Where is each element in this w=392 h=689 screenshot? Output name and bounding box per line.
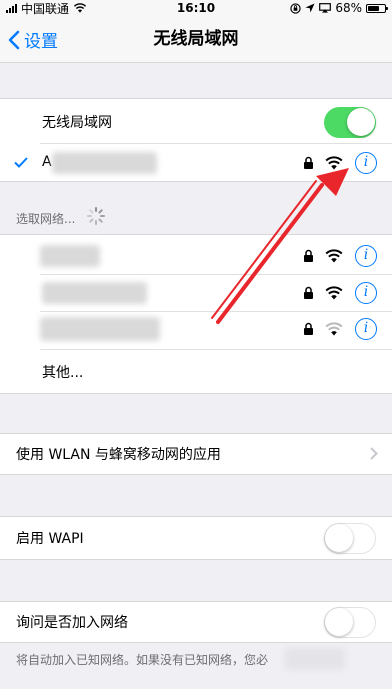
connected-network-row[interactable]: A i <box>0 143 392 183</box>
wlan-group: 无线局域网 A i <box>0 98 392 182</box>
wlan-toggle[interactable] <box>324 107 376 138</box>
wlan-apps-row[interactable]: 使用 WLAN 与蜂窝移动网的应用 <box>0 434 392 474</box>
ask-join-label: 询问是否加入网络 <box>16 615 128 631</box>
other-network-row[interactable]: 其他... <box>0 352 392 392</box>
navigation-bar: 设置 无线局域网 <box>0 16 392 63</box>
wapi-label: 启用 WAPI <box>16 531 84 547</box>
wapi-group: 启用 WAPI <box>0 516 392 560</box>
wifi-signal-icon <box>325 156 343 170</box>
networks-group: i i i 其他... <box>0 234 392 394</box>
network-info-button[interactable]: i <box>355 152 377 174</box>
wifi-signal-icon <box>325 286 343 300</box>
network-row[interactable]: i <box>0 236 392 276</box>
network-row[interactable]: i <box>0 273 392 313</box>
checkmark-icon <box>14 157 28 168</box>
ask-join-row: 询问是否加入网络 <box>0 602 392 642</box>
ask-join-group: 询问是否加入网络 <box>0 601 392 643</box>
orientation-lock-icon <box>290 2 302 14</box>
lock-icon <box>304 156 313 169</box>
lock-icon <box>304 322 313 335</box>
network-name-redacted <box>42 282 147 304</box>
battery-icon <box>366 3 388 13</box>
lock-icon <box>304 286 313 299</box>
ask-join-toggle[interactable] <box>324 607 376 638</box>
wlan-label: 无线局域网 <box>42 115 112 131</box>
chevron-right-icon <box>370 447 378 460</box>
wlan-toggle-row: 无线局域网 <box>0 102 392 142</box>
wifi-signal-icon <box>325 322 343 336</box>
page-title: 无线局域网 <box>153 29 239 49</box>
wapi-row: 启用 WAPI <box>0 518 392 558</box>
wifi-signal-icon <box>325 249 343 263</box>
screen-mirroring-icon <box>319 3 332 13</box>
network-info-button[interactable]: i <box>355 245 377 267</box>
network-info-button[interactable]: i <box>355 318 377 340</box>
lock-icon <box>304 249 313 262</box>
network-info-button[interactable]: i <box>355 282 377 304</box>
battery-percent: 68% <box>335 1 362 15</box>
connected-network-name: A <box>42 154 52 170</box>
loading-spinner-icon <box>87 207 105 225</box>
status-bar: 中国联通 16:10 68% <box>0 0 392 16</box>
network-name-redacted <box>40 245 100 267</box>
network-name-redacted <box>40 317 160 341</box>
wlan-apps-group: 使用 WLAN 与蜂窝移动网的应用 <box>0 433 392 475</box>
wapi-toggle[interactable] <box>324 523 376 554</box>
location-icon <box>305 3 315 13</box>
other-network-label: 其他... <box>42 365 84 381</box>
network-name-redacted <box>52 152 157 174</box>
network-row[interactable]: i <box>0 309 392 349</box>
wlan-apps-label: 使用 WLAN 与蜂窝移动网的应用 <box>16 447 221 463</box>
choose-network-label: 选取网络... <box>16 212 76 226</box>
watermark-redacted <box>285 648 345 670</box>
